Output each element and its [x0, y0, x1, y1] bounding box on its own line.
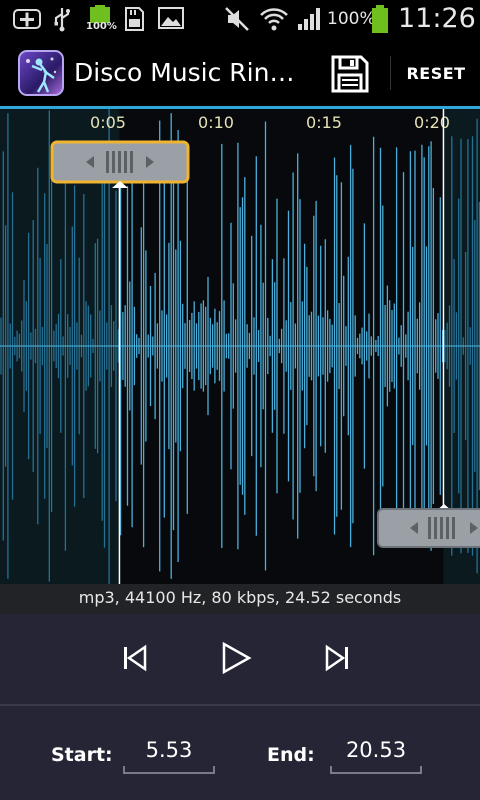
- app-title: Disco Music Rin…: [74, 58, 295, 87]
- skip-next-icon[interactable]: [318, 638, 358, 678]
- app-icon[interactable]: [18, 50, 64, 96]
- action-bar: Disco Music Rin… RESET: [0, 38, 480, 106]
- disco-dancer-icon: [26, 57, 57, 93]
- audio-info-text: mp3, 44100 Hz, 80 kbps, 24.52 seconds: [78, 588, 402, 607]
- sd-card-icon: [125, 7, 144, 31]
- timeline-tick-label: 0:10: [198, 113, 234, 132]
- wifi-icon: [260, 8, 288, 31]
- end-label: End:: [267, 744, 315, 766]
- start-label: Start:: [51, 744, 113, 766]
- battery-icon: [372, 5, 388, 33]
- end-field[interactable]: 20.53: [330, 734, 422, 774]
- end-handle[interactable]: [377, 504, 480, 548]
- start-handle[interactable]: [50, 140, 190, 188]
- start-field[interactable]: 5.53: [123, 734, 215, 774]
- signal-icon: [298, 8, 320, 30]
- action-bar-divider: [390, 56, 391, 90]
- add-icon: [13, 9, 41, 29]
- timeline-tick-label: 0:15: [306, 113, 342, 132]
- timeline-tick-label: 0:05: [90, 113, 126, 132]
- waveform-editor[interactable]: 0:05 0:10 0:15 0:20: [0, 106, 480, 586]
- mute-icon: [225, 7, 249, 31]
- trim-fields: Start: 5.53 End: 20.53: [0, 706, 480, 800]
- reset-button[interactable]: RESET: [392, 56, 480, 92]
- usb-icon: [54, 8, 70, 32]
- timeline-tick-label: 0:20: [414, 113, 450, 132]
- image-icon: [158, 7, 184, 29]
- playback-controls: [0, 614, 480, 704]
- battery-small-label: 100%: [86, 21, 117, 32]
- audio-info-bar: mp3, 44100 Hz, 80 kbps, 24.52 seconds: [0, 584, 480, 614]
- skip-previous-icon[interactable]: [114, 638, 154, 678]
- waveform-canvas[interactable]: 0:05 0:10 0:15 0:20: [0, 106, 480, 586]
- status-bar: 100% 100% 11:26: [0, 0, 480, 38]
- play-icon[interactable]: [216, 638, 256, 678]
- clock: 11:26: [398, 3, 476, 34]
- battery-percent: 100%: [327, 9, 376, 29]
- save-icon[interactable]: [330, 54, 370, 94]
